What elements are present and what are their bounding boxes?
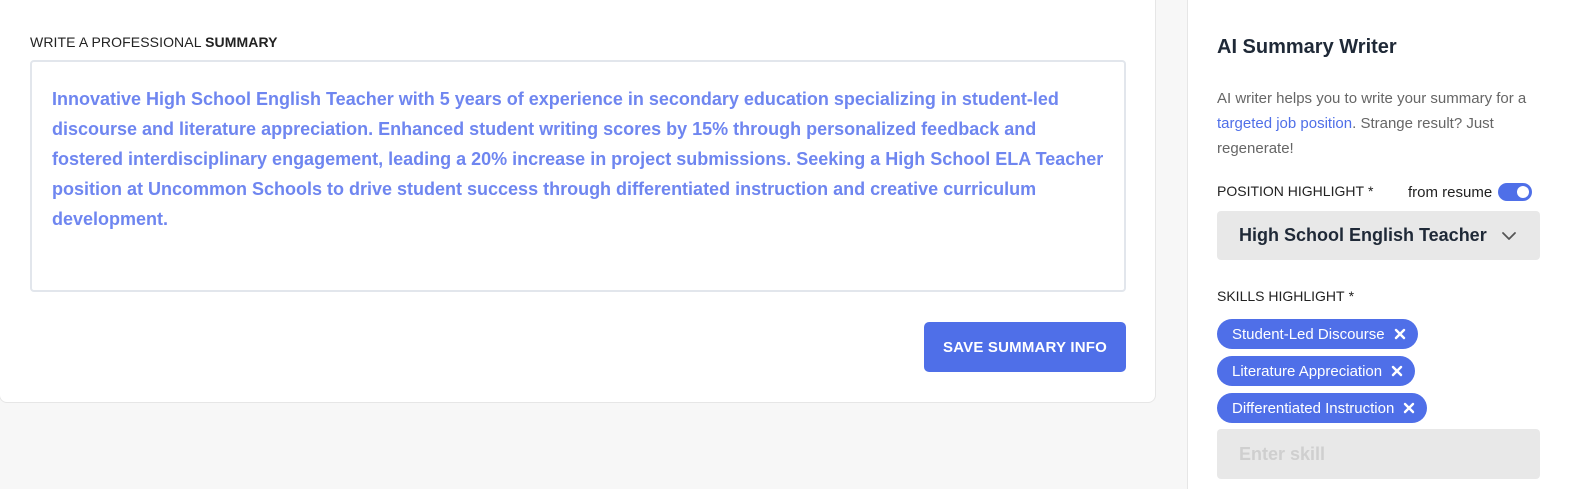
ai-panel-description: AI writer helps you to write your summar… bbox=[1217, 90, 1527, 157]
position-highlight-label: POSITION HIGHLIGHT * bbox=[1217, 183, 1374, 199]
skill-chip-label: Literature Appreciation bbox=[1232, 362, 1383, 380]
summary-section-label: WRITE A PROFESSIONAL SUMMARY bbox=[30, 34, 278, 50]
summary-text[interactable]: Innovative High School English Teacher w… bbox=[52, 84, 1104, 234]
close-icon[interactable] bbox=[1394, 328, 1406, 340]
skill-chip: Differentiated Instruction bbox=[1217, 393, 1428, 423]
required-star: * bbox=[1348, 288, 1355, 304]
summary-textarea[interactable]: Innovative High School English Teacher w… bbox=[30, 60, 1126, 292]
targeted-job-position-link[interactable]: targeted job position bbox=[1217, 115, 1352, 132]
ai-panel-title: AI Summary Writer bbox=[1217, 36, 1397, 58]
skill-chip-label: Differentiated Instruction bbox=[1232, 399, 1395, 417]
close-icon[interactable] bbox=[1403, 402, 1415, 414]
chevron-down-icon bbox=[1502, 231, 1516, 240]
save-summary-button[interactable]: SAVE SUMMARY INFO bbox=[924, 322, 1126, 372]
skill-chip-label: Student-Led Discourse bbox=[1232, 325, 1385, 343]
from-resume-toggle-group: from resume bbox=[1408, 183, 1533, 201]
close-icon[interactable] bbox=[1391, 365, 1403, 377]
position-select-value: High School English Teacher bbox=[1239, 225, 1487, 245]
skill-chip: Literature Appreciation bbox=[1217, 356, 1416, 386]
enter-skill-input[interactable] bbox=[1217, 429, 1540, 479]
position-select[interactable]: High School English Teacher bbox=[1217, 211, 1540, 260]
skills-highlight-label: SKILLS HIGHLIGHT * bbox=[1217, 288, 1355, 304]
toggle-knob bbox=[1517, 186, 1530, 198]
skill-chip: Student-Led Discourse bbox=[1217, 319, 1418, 349]
from-resume-label: from resume bbox=[1408, 183, 1493, 201]
required-star: * bbox=[1368, 183, 1374, 199]
from-resume-toggle[interactable] bbox=[1498, 183, 1533, 201]
skills-list: Student-Led Discourse Literature Appreci… bbox=[1217, 319, 1428, 423]
